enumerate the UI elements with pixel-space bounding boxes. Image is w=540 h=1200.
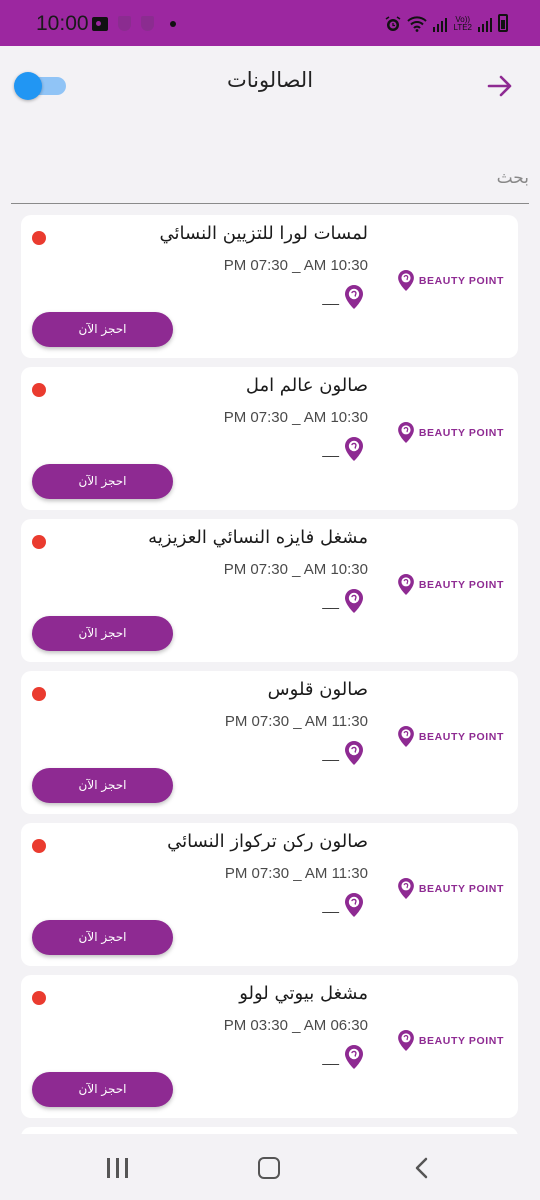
- shield-notification-icon: [118, 16, 131, 31]
- book-now-button[interactable]: احجز الآن: [32, 312, 173, 347]
- location-text: __: [322, 1048, 339, 1066]
- logo-pin-icon: [397, 726, 414, 747]
- salon-location: __: [322, 1045, 363, 1069]
- salon-card[interactable]: لمسات لورا للتزيين النسائي PM 07:30 _ AM…: [21, 215, 518, 358]
- location-text: __: [322, 440, 339, 458]
- beauty-point-logo: BEAUTY POINT: [397, 270, 504, 291]
- logo-pin-icon: [397, 422, 414, 443]
- location-pin-icon: [345, 437, 363, 461]
- wifi-icon: [407, 16, 428, 32]
- salon-hours: PM 03:30 _ AM 06:30: [223, 1017, 368, 1034]
- status-time: 10:00: [36, 12, 89, 35]
- book-now-button[interactable]: احجز الآن: [32, 920, 173, 955]
- home-icon[interactable]: [258, 1157, 280, 1179]
- location-pin-icon: [345, 741, 363, 765]
- page-title: الصالونات: [226, 68, 314, 92]
- salon-name: مشغل فايزه النسائي العزيزيه: [148, 527, 368, 548]
- salon-location: __: [322, 741, 363, 765]
- salon-card[interactable]: مشغل بيوتي لولو PM 03:30 _ AM 06:30 __ ا…: [21, 975, 518, 1118]
- system-navigation-bar: [0, 1134, 540, 1200]
- notification-icons: [92, 16, 176, 31]
- salon-card[interactable]: مشغل فايزه النسائي العزيزيه PM 07:30 _ A…: [21, 519, 518, 662]
- salon-hours: PM 07:30 _ AM 10:30: [223, 257, 368, 274]
- beauty-point-logo: BEAUTY POINT: [397, 726, 504, 747]
- salon-card-partial[interactable]: [21, 1127, 518, 1134]
- signal-icon: [478, 16, 492, 32]
- location-text: __: [322, 592, 339, 610]
- logo-text: BEAUTY POINT: [418, 882, 504, 895]
- book-now-button[interactable]: احجز الآن: [32, 1072, 173, 1107]
- gallery-notification-icon: [92, 16, 108, 31]
- salon-card[interactable]: صالون ركن تركواز النسائي PM 07:30 _ AM 1…: [21, 823, 518, 966]
- salon-name: صالون قلوس: [267, 679, 368, 700]
- salon-location: __: [322, 437, 363, 461]
- status-dot: [32, 991, 46, 1005]
- status-dot: [32, 839, 46, 853]
- salon-name: لمسات لورا للتزيين النسائي: [159, 223, 368, 244]
- salon-hours: PM 07:30 _ AM 10:30: [223, 409, 368, 426]
- book-now-button[interactable]: احجز الآن: [32, 768, 173, 803]
- salon-card[interactable]: صالون قلوس PM 07:30 _ AM 11:30 __ احجز ا…: [21, 671, 518, 814]
- logo-text: BEAUTY POINT: [418, 730, 504, 743]
- signal-icon: [433, 16, 448, 32]
- salon-hours: PM 07:30 _ AM 10:30: [223, 561, 368, 578]
- location-text: __: [322, 744, 339, 762]
- status-dot: [32, 383, 46, 397]
- book-now-button[interactable]: احجز الآن: [32, 616, 173, 651]
- salon-hours: PM 07:30 _ AM 11:30: [224, 713, 368, 730]
- volte-indicator: Vo)) LTE2: [453, 15, 472, 32]
- alarm-icon: [386, 16, 401, 31]
- logo-pin-icon: [397, 574, 414, 595]
- back-icon[interactable]: [411, 1157, 433, 1179]
- location-pin-icon: [345, 589, 363, 613]
- salon-location: __: [322, 589, 363, 613]
- location-text: __: [322, 288, 339, 306]
- status-dot: [32, 535, 46, 549]
- status-bar: 10:00 Vo)) LTE2: [0, 0, 540, 46]
- salon-name: مشغل بيوتي لولو: [239, 983, 368, 1004]
- salon-card[interactable]: صالون عالم امل PM 07:30 _ AM 10:30 __ اح…: [21, 367, 518, 510]
- system-icons: Vo)) LTE2: [385, 14, 508, 32]
- location-pin-icon: [345, 285, 363, 309]
- status-dot: [32, 231, 46, 245]
- logo-pin-icon: [397, 878, 414, 899]
- beauty-point-logo: BEAUTY POINT: [397, 1030, 504, 1051]
- battery-icon: [498, 14, 508, 32]
- beauty-point-logo: BEAUTY POINT: [397, 574, 504, 595]
- logo-text: BEAUTY POINT: [418, 274, 504, 287]
- recents-icon[interactable]: [107, 1158, 128, 1178]
- search-input[interactable]: [11, 146, 529, 203]
- location-pin-icon: [345, 1045, 363, 1069]
- logo-pin-icon: [397, 270, 414, 291]
- beauty-point-logo: BEAUTY POINT: [397, 422, 504, 443]
- location-pin-icon: [345, 893, 363, 917]
- logo-text: BEAUTY POINT: [418, 578, 504, 591]
- logo-text: BEAUTY POINT: [418, 1034, 504, 1047]
- location-text: __: [322, 896, 339, 914]
- salon-list: لمسات لورا للتزيين النسائي PM 07:30 _ AM…: [21, 215, 518, 1134]
- salon-location: __: [322, 893, 363, 917]
- more-notifications-icon: [170, 20, 176, 27]
- salon-name: صالون عالم امل: [245, 375, 368, 396]
- book-now-button[interactable]: احجز الآن: [32, 464, 173, 499]
- salon-location: __: [322, 285, 363, 309]
- salon-hours: PM 07:30 _ AM 11:30: [224, 865, 368, 882]
- status-dot: [32, 687, 46, 701]
- search-field: [11, 146, 529, 204]
- salon-name: صالون ركن تركواز النسائي: [167, 831, 368, 852]
- logo-text: BEAUTY POINT: [418, 426, 504, 439]
- shield-notification-icon: [141, 16, 154, 31]
- logo-pin-icon: [397, 1030, 414, 1051]
- beauty-point-logo: BEAUTY POINT: [397, 878, 504, 899]
- arrow-right-icon[interactable]: [486, 72, 514, 100]
- app-content: الصالونات لمسات لورا للتزيين النسائي PM …: [0, 46, 540, 1134]
